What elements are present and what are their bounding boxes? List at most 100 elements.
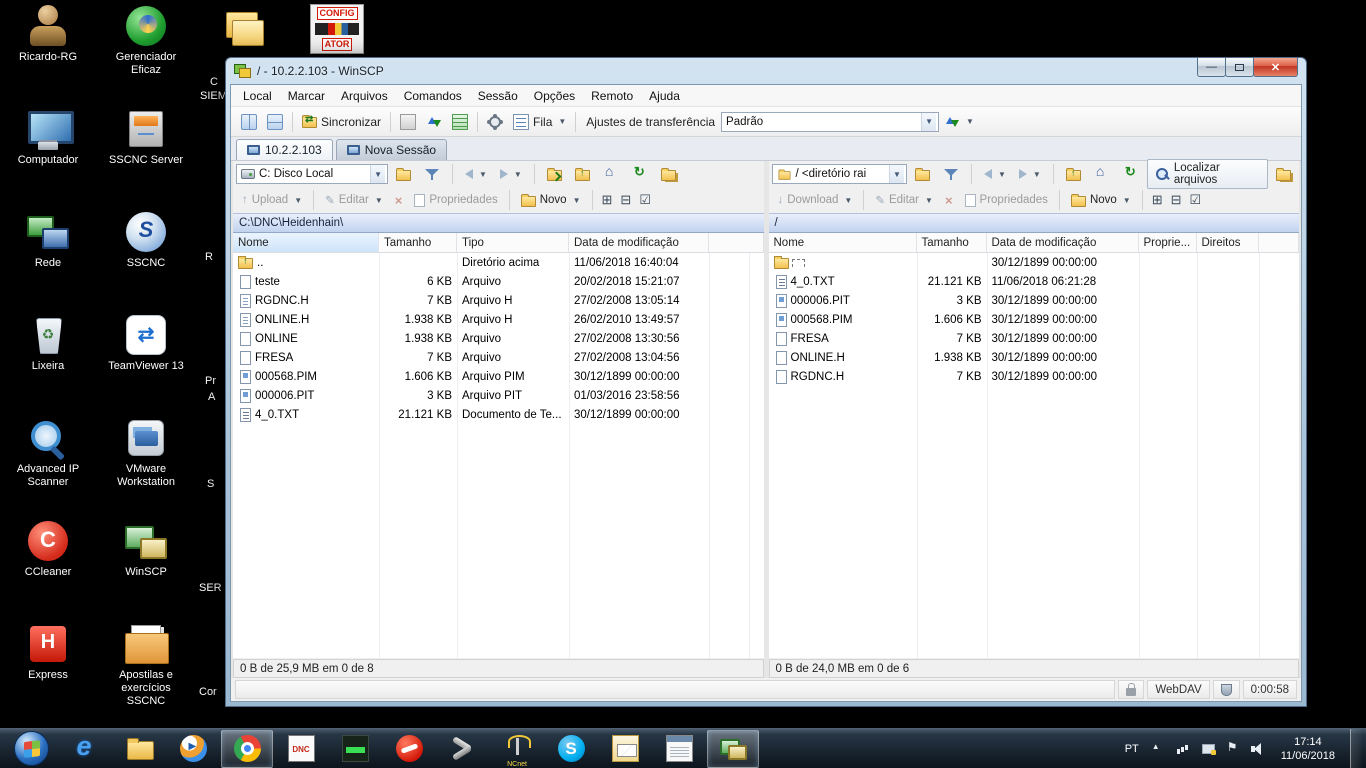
remote-refresh-button[interactable] xyxy=(1118,163,1144,185)
taskbar-ncnet[interactable]: NCnet xyxy=(491,730,543,768)
show-desktop-button[interactable] xyxy=(1350,729,1362,768)
folders-stack-icon[interactable] xyxy=(224,8,264,50)
local-column-header-data[interactable]: Data de modificação xyxy=(569,233,709,252)
remote-select-button[interactable]: ⊞ xyxy=(1149,191,1166,209)
remote-column-header-tamanho[interactable]: Tamanho xyxy=(917,233,987,252)
remote-column-header-direitos[interactable]: Direitos xyxy=(1197,233,1259,252)
file-row[interactable]: ONLINE 1.938 KB Arquivo 27/02/2008 13:30… xyxy=(233,329,764,348)
desktop-icon[interactable]: SSCNC xyxy=(100,210,192,305)
start-button[interactable] xyxy=(5,730,57,768)
remote-tree-button[interactable] xyxy=(1271,165,1296,184)
taskbar-document[interactable] xyxy=(653,730,705,768)
desktop-icon[interactable]: CCleaner xyxy=(4,519,92,614)
file-row[interactable]: RGDNC.H 7 KB Arquivo H 27/02/2008 13:05:… xyxy=(233,291,764,310)
desktop-icon[interactable]: Gerenciador Eficaz xyxy=(100,4,192,99)
action-center-flag-icon[interactable] xyxy=(1225,741,1241,757)
menu-item[interactable]: Remoto xyxy=(583,86,641,106)
local-edit-button[interactable]: Editar▼ xyxy=(320,191,388,209)
desktop-icon[interactable]: Computador xyxy=(4,107,92,202)
remote-forward-button[interactable]: ▼ xyxy=(1014,166,1046,182)
remote-unselect-button[interactable]: ⊟ xyxy=(1168,191,1185,209)
file-row[interactable]: RGDNC.H 7 KB 30/12/1899 00:00:00 xyxy=(769,367,1300,386)
desktop-icon[interactable]: Apostilas e exercícios SSCNC xyxy=(100,622,192,717)
file-row[interactable]: 000568.PIM 1.606 KB 30/12/1899 00:00:00 xyxy=(769,310,1300,329)
menu-item[interactable]: Arquivos xyxy=(333,86,396,106)
remote-path-bar[interactable]: / xyxy=(769,213,1300,233)
synchronize-button[interactable]: Sincronizar xyxy=(297,112,386,132)
local-open-directory-button[interactable] xyxy=(391,165,416,184)
desktop-icon[interactable]: Advanced IP Scanner xyxy=(4,416,92,511)
local-delete-button[interactable]: × xyxy=(390,191,408,210)
file-row[interactable]: ONLINE.H 1.938 KB 30/12/1899 00:00:00 xyxy=(769,348,1300,367)
desktop-icon[interactable]: Rede xyxy=(4,210,92,305)
file-row[interactable]: 4_0.TXT 21.121 KB 11/06/2018 06:21:28 xyxy=(769,272,1300,291)
network-tray-icon[interactable] xyxy=(1200,741,1216,757)
remote-directory-combobox[interactable]: / <diretório rai ▼ xyxy=(772,164,907,184)
local-properties-button[interactable]: Propriedades xyxy=(409,192,502,209)
local-select-button[interactable]: ⊞ xyxy=(599,191,616,209)
taskbar-explorer[interactable] xyxy=(113,730,165,768)
transfer-mode-button[interactable] xyxy=(421,111,447,133)
desktop-icon[interactable]: VMware Workstation xyxy=(100,416,192,511)
status-segment-lock[interactable] xyxy=(1118,680,1144,699)
activity-bars-icon[interactable] xyxy=(1175,741,1191,757)
desktop-icon[interactable]: SSCNC Server xyxy=(100,107,192,202)
queue-button[interactable]: Fila ▼ xyxy=(508,111,571,133)
local-column-header-tamanho[interactable]: Tamanho xyxy=(379,233,457,252)
taskbar-media-player[interactable] xyxy=(167,730,219,768)
close-button[interactable]: ✕ xyxy=(1253,58,1298,77)
transfer-preset-combobox[interactable]: Padrão ▼ xyxy=(721,112,939,132)
download-button[interactable]: Download▼ xyxy=(773,192,858,208)
remote-properties-button[interactable]: Propriedades xyxy=(960,192,1053,209)
language-indicator[interactable]: PT xyxy=(1123,743,1141,755)
menu-item[interactable]: Sessão xyxy=(470,86,526,106)
menu-item[interactable]: Marcar xyxy=(280,86,333,106)
remote-delete-button[interactable]: × xyxy=(940,191,958,210)
title-bar[interactable]: / - 10.2.2.103 - WinSCP — ✕ xyxy=(226,58,1306,84)
file-row[interactable]: .. Diretório acima 11/06/2018 16:40:04 xyxy=(233,253,764,272)
toggle-panels-button[interactable] xyxy=(236,111,262,133)
find-files-button[interactable]: Localizar arquivos xyxy=(1147,159,1268,189)
local-open-folder-button[interactable] xyxy=(542,165,567,184)
remote-parent-directory-button[interactable] xyxy=(1061,165,1086,184)
local-new-button[interactable]: Novo▼ xyxy=(516,192,586,209)
tray-clock[interactable]: 17:14 11/06/2018 xyxy=(1275,735,1341,763)
session-tab[interactable]: 10.2.2.103 xyxy=(236,139,333,160)
file-row[interactable]: ONLINE.H 1.938 KB Arquivo H 26/02/2010 1… xyxy=(233,310,764,329)
remote-column-header-proprietario[interactable]: Proprie... xyxy=(1139,233,1197,252)
file-row[interactable]: FRESA 7 KB 30/12/1899 00:00:00 xyxy=(769,329,1300,348)
session-tab[interactable]: Nova Sessão xyxy=(336,139,447,160)
taskbar-skype[interactable] xyxy=(545,730,597,768)
local-filter-button[interactable] xyxy=(419,163,445,185)
taskbar-red-app[interactable] xyxy=(383,730,435,768)
compare-button[interactable] xyxy=(395,111,421,133)
remote-column-header-nome[interactable]: Nome xyxy=(769,233,917,252)
remote-select-filter-button[interactable]: ☑ xyxy=(1187,191,1205,209)
synchronize-browsing-button[interactable] xyxy=(447,111,473,133)
local-home-button[interactable] xyxy=(598,163,624,185)
taskbar-heidenhain[interactable] xyxy=(329,730,381,768)
local-refresh-button[interactable] xyxy=(627,163,653,185)
local-forward-button[interactable]: ▼ xyxy=(495,166,527,182)
status-segment-encryption[interactable] xyxy=(1213,680,1240,699)
file-row[interactable]: 000006.PIT 3 KB 30/12/1899 00:00:00 xyxy=(769,291,1300,310)
taskbar-rgdnc[interactable] xyxy=(275,730,327,768)
upload-button[interactable]: Upload▼ xyxy=(237,192,307,208)
remote-edit-button[interactable]: Editar▼ xyxy=(870,191,938,209)
remote-home-button[interactable] xyxy=(1089,163,1115,185)
local-column-header-nome[interactable]: Nome xyxy=(233,233,379,252)
taskbar-internet-explorer[interactable] xyxy=(59,730,111,768)
maximize-button[interactable] xyxy=(1225,58,1254,77)
volume-icon[interactable] xyxy=(1250,741,1266,757)
menu-item[interactable]: Ajuda xyxy=(641,86,688,106)
local-path-bar[interactable]: C:\DNC\Heidenhain\ xyxy=(233,213,764,233)
desktop-icon[interactable]: WinSCP xyxy=(100,519,192,614)
file-row[interactable]: 4_0.TXT 21.121 KB Documento de Te... 30/… xyxy=(233,405,764,424)
menu-item[interactable]: Opções xyxy=(526,86,583,106)
menu-item[interactable]: Comandos xyxy=(396,86,470,106)
taskbar-winscp[interactable] xyxy=(707,730,759,768)
file-row[interactable]: 000568.PIM 1.606 KB Arquivo PIM 30/12/18… xyxy=(233,367,764,386)
desktop-icon[interactable]: Lixeira xyxy=(4,313,92,408)
local-unselect-button[interactable]: ⊟ xyxy=(617,191,634,209)
remote-back-button[interactable]: ▼ xyxy=(979,166,1011,182)
